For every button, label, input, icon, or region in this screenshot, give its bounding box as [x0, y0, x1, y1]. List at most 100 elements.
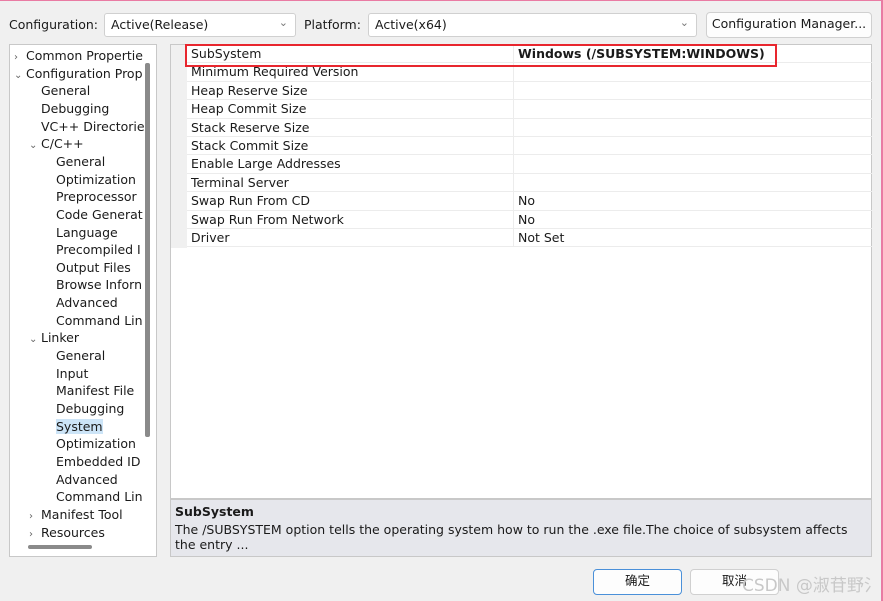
tree-item[interactable]: Browse Inforn [44, 276, 156, 293]
chevron-right-icon[interactable]: › [29, 508, 41, 523]
property-name: Enable Large Addresses [191, 156, 341, 172]
chevron-down-icon: ⌄ [278, 16, 288, 29]
tree-item[interactable]: ⌄ Configuration Prop [14, 65, 145, 82]
chevron-down-icon[interactable]: ⌄ [14, 67, 26, 82]
tree-item-label: Common Propertie [26, 48, 143, 63]
property-name: Heap Commit Size [191, 101, 307, 117]
property-name: Heap Reserve Size [191, 82, 308, 98]
tree-item[interactable]: VC++ Directorie [29, 118, 156, 135]
platform-value: Active(x64) [375, 17, 447, 32]
property-name: Swap Run From CD [191, 193, 310, 209]
tree-item[interactable]: Command Lin [44, 312, 156, 329]
platform-label: Platform: [304, 17, 361, 32]
chevron-down-icon[interactable]: ⌄ [29, 331, 41, 346]
property-row[interactable]: Heap Reserve Size [187, 81, 872, 101]
tree-item-label: Command Lin [56, 312, 143, 328]
tree-item[interactable]: Embedded ID [44, 453, 156, 470]
tree-item-label: General [56, 153, 106, 169]
tree-item[interactable]: Preprocessor [44, 188, 156, 205]
tree-item[interactable]: Debugging [44, 400, 156, 417]
highlight-box [185, 44, 777, 67]
tree-item-label: Debugging [56, 401, 125, 416]
property-value[interactable] [513, 155, 872, 173]
tree-item[interactable]: › Common Propertie [14, 47, 145, 64]
tree-item[interactable]: General [44, 153, 156, 170]
property-value[interactable]: No [513, 210, 872, 228]
configuration-dropdown[interactable]: Active(Release) ⌄ [104, 13, 296, 37]
property-name: Stack Reserve Size [191, 119, 310, 135]
tree-item[interactable]: General [44, 347, 156, 364]
tree-item-label: Linker [41, 330, 79, 346]
tree-item[interactable]: › Manifest Tool [29, 506, 156, 523]
tree-item[interactable]: Manifest File [44, 382, 156, 399]
property-value[interactable]: No [513, 192, 872, 210]
tree-item[interactable]: ⌄ Linker [29, 329, 156, 346]
property-row[interactable]: Terminal Server [187, 173, 872, 193]
tree-item[interactable]: Output Files [44, 259, 156, 276]
tree-item-label: General [56, 348, 106, 364]
tree-item-label: Browse Inforn [56, 277, 142, 293]
property-row[interactable]: Stack Reserve Size [187, 118, 872, 137]
property-value[interactable]: Not Set [513, 229, 872, 247]
chevron-right-icon[interactable]: › [29, 526, 41, 541]
tree-item[interactable]: Advanced [44, 471, 156, 488]
tree-vertical-scrollbar[interactable] [145, 63, 150, 437]
tree-item-label: Manifest File [56, 383, 135, 399]
tree-item-label: C/C++ [41, 136, 84, 152]
tree-item[interactable]: › Resources [29, 524, 156, 541]
property-row[interactable]: Swap Run From Network No [187, 210, 872, 229]
tree-item[interactable]: Command Lin [44, 488, 156, 505]
tree-item-label: Code Generat [56, 206, 143, 222]
tree-item[interactable]: ⌄ C/C++ [29, 135, 156, 152]
property-value[interactable] [513, 137, 872, 155]
configuration-label: Configuration: [9, 17, 98, 32]
chevron-down-icon: ⌄ [679, 16, 689, 29]
tree-item-label: Manifest Tool [41, 506, 123, 522]
property-value[interactable] [513, 118, 872, 136]
tree-item-label: Command Lin [56, 489, 143, 505]
tree-item-label: Resources [41, 524, 105, 540]
tree-item[interactable]: General [29, 82, 156, 99]
tree-item-label: Input [56, 365, 89, 381]
tree-item[interactable]: Debugging [29, 100, 156, 117]
property-row[interactable]: Swap Run From CD No [187, 192, 872, 211]
tree-item[interactable]: Precompiled I [44, 241, 156, 258]
platform-dropdown[interactable]: Active(x64) ⌄ [368, 13, 697, 37]
tree-item[interactable]: System [44, 418, 156, 435]
property-name: Swap Run From Network [191, 211, 344, 227]
ok-button[interactable]: 确定 [593, 569, 682, 595]
property-value[interactable] [513, 81, 872, 100]
configuration-value: Active(Release) [111, 17, 209, 32]
property-name: Driver [191, 230, 230, 245]
watermark: CSDN @淑苷野氵 [742, 576, 881, 596]
tree-item-label: Configuration Prop [26, 65, 143, 81]
tree-item-label: Debugging [41, 100, 110, 116]
description-title: SubSystem [175, 504, 254, 519]
grid-gutter [171, 45, 187, 248]
property-row[interactable]: Enable Large Addresses [187, 155, 872, 174]
tree-item-label: Advanced [56, 295, 118, 311]
description-panel: SubSystem The /SUBSYSTEM option tells th… [170, 499, 872, 557]
tree-item[interactable]: Input [44, 365, 156, 382]
tree-item[interactable]: Optimization [44, 435, 156, 452]
tree-item-label: Advanced [56, 471, 118, 487]
property-row[interactable]: Heap Commit Size [187, 100, 872, 119]
tree-item[interactable]: Language [44, 224, 156, 241]
tree-item-label: Precompiled I [56, 242, 141, 258]
tree-item-label: VC++ Directorie [41, 118, 145, 134]
chevron-right-icon[interactable]: › [14, 49, 26, 64]
chevron-down-icon[interactable]: ⌄ [29, 137, 41, 152]
property-name: Terminal Server [191, 174, 289, 190]
tree-item[interactable]: Code Generat [44, 206, 156, 223]
tree-item-label: Preprocessor [56, 189, 137, 205]
property-row[interactable]: Driver Not Set [187, 229, 872, 248]
tree-item[interactable]: Optimization [44, 171, 156, 188]
configuration-manager-button[interactable]: Configuration Manager... [706, 12, 872, 38]
property-row[interactable]: Stack Commit Size [187, 137, 872, 156]
property-name: Stack Commit Size [191, 138, 309, 153]
property-value[interactable] [513, 100, 872, 118]
tree-item-label: Output Files [56, 259, 131, 275]
tree-horizontal-scrollbar[interactable] [28, 545, 92, 549]
property-value[interactable] [513, 173, 872, 192]
tree-item[interactable]: Advanced [44, 294, 156, 311]
